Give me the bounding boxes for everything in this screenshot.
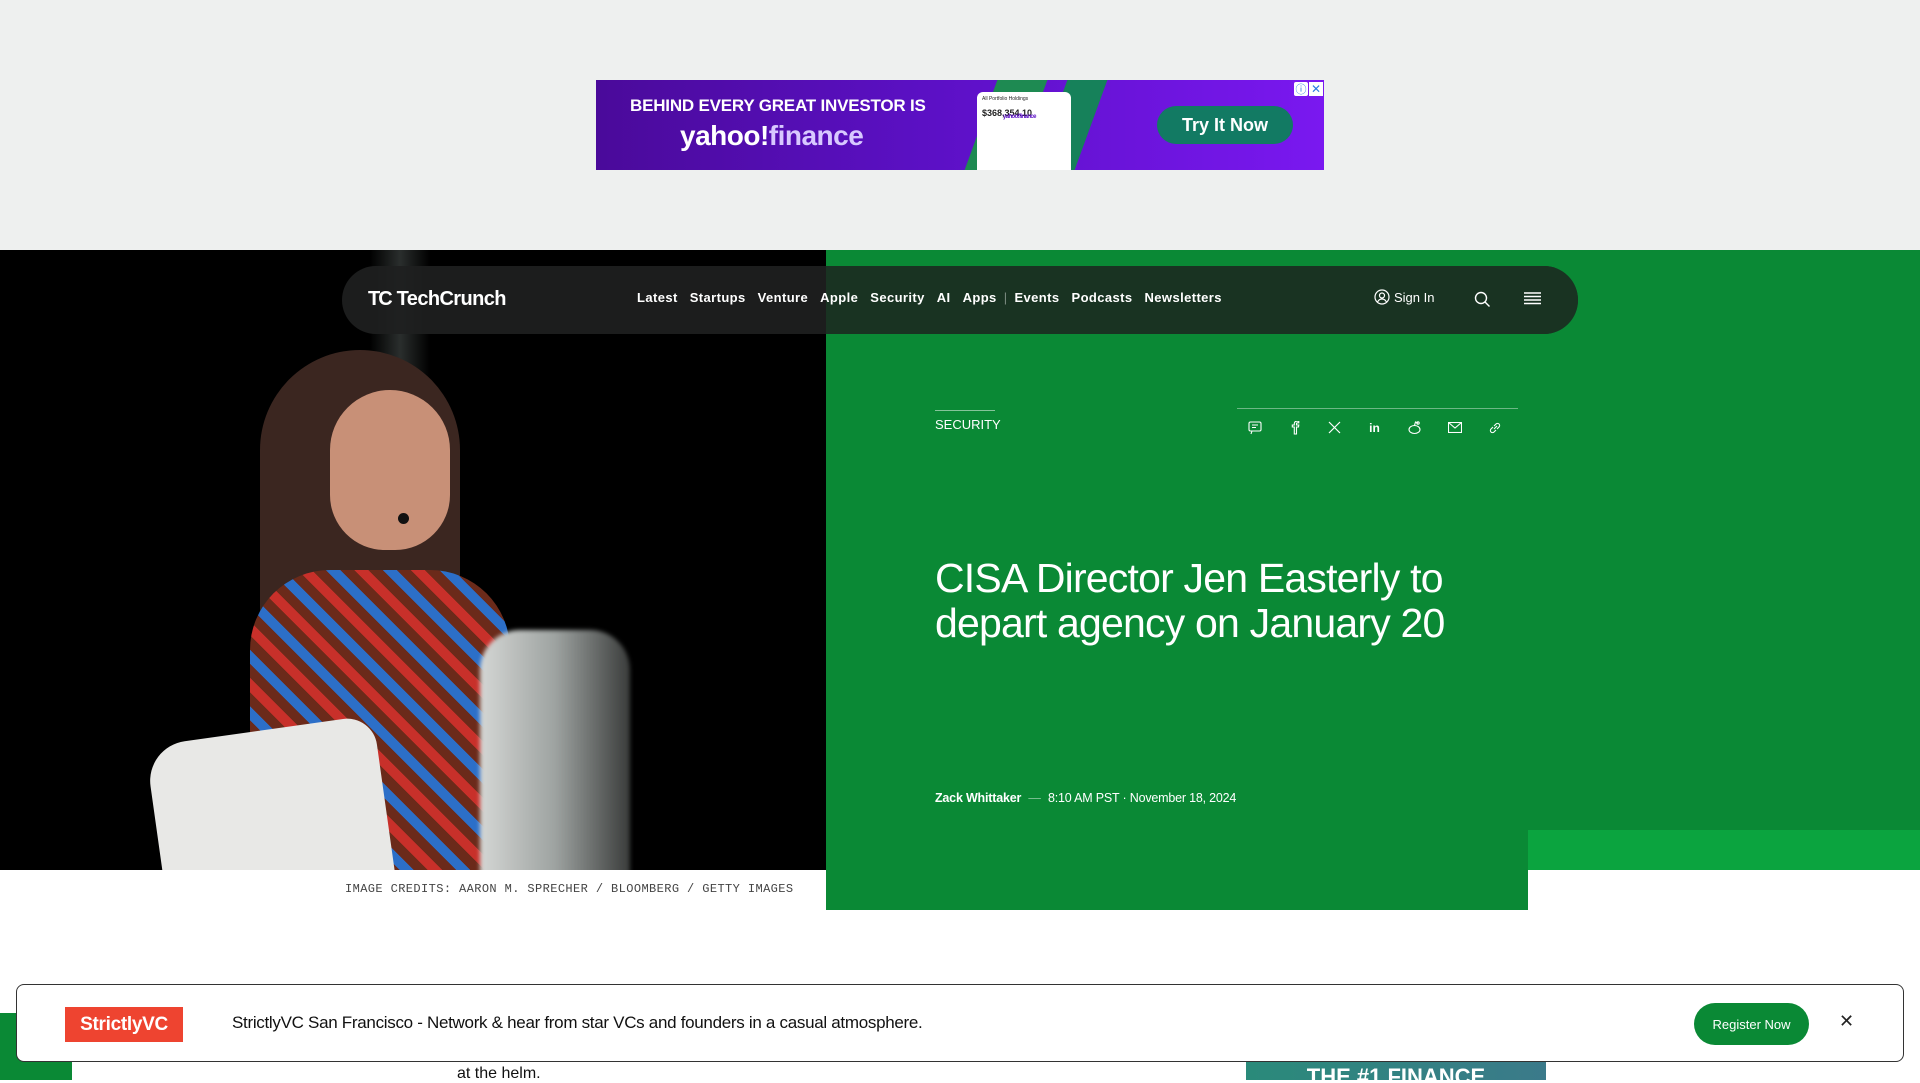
search-icon[interactable]: [1474, 291, 1491, 313]
nav-link-events[interactable]: Events: [1014, 290, 1059, 305]
share-bar: in: [1247, 420, 1502, 435]
hero-image-chair: [480, 630, 630, 870]
nav-link-startups[interactable]: Startups: [690, 290, 746, 305]
ad-headline: BEHIND EVERY GREAT INVESTOR IS: [630, 96, 926, 115]
nav-link-venture[interactable]: Venture: [758, 290, 808, 305]
tc-logo-icon: TC: [368, 288, 393, 310]
image-credits: IMAGE CREDITS: AARON M. SPRECHER / BLOOM…: [345, 882, 794, 896]
menu-icon[interactable]: [1524, 291, 1541, 311]
promo-banner: StrictlyVC StrictlyVC San Francisco - Ne…: [16, 984, 1904, 1062]
nav-links: Latest Startups Venture Apple Security A…: [637, 290, 1222, 305]
nav-divider: |: [1003, 290, 1008, 305]
byline-separator: —: [1028, 791, 1041, 805]
close-icon[interactable]: ✕: [1309, 82, 1323, 96]
ad-phone-logo: yahoo!finance: [1003, 114, 1036, 120]
ad-phone-mockup: yahoo!finance All Portfolio Holdings $36…: [977, 92, 1071, 170]
sign-in-label: Sign In: [1394, 289, 1435, 305]
article-body-fragment: at the helm.: [457, 1065, 541, 1082]
share-divider: [1237, 408, 1518, 409]
logo-text: TechCrunch: [396, 288, 507, 310]
ad-brand: yahoo!finance: [680, 120, 864, 152]
techcrunch-logo[interactable]: TC TechCrunch: [368, 288, 506, 311]
info-icon[interactable]: ⓘ: [1294, 82, 1308, 96]
nav-link-newsletters[interactable]: Newsletters: [1145, 290, 1222, 305]
ad-try-it-now-button[interactable]: Try It Now: [1157, 106, 1293, 144]
yahoo-finance-ad[interactable]: BEHIND EVERY GREAT INVESTOR IS yahoo!fin…: [596, 80, 1324, 170]
hero-image-mic: [398, 513, 409, 524]
publish-date: November 18, 2024: [1129, 791, 1237, 805]
ad-brand-suffix: finance: [768, 120, 864, 151]
ad-phone-label: All Portfolio Holdings: [982, 96, 1029, 102]
sidebar-ad[interactable]: THE #1 FINANCE: [1246, 1060, 1546, 1080]
reddit-icon[interactable]: [1407, 420, 1422, 435]
byline-dot: ·: [1122, 791, 1130, 805]
close-icon[interactable]: ✕: [1839, 1011, 1854, 1032]
green-backdrop: [1528, 250, 1920, 830]
link-icon[interactable]: [1487, 420, 1502, 435]
ad-brand-main: yahoo!: [680, 120, 769, 151]
byline: Zack Whittaker — 8:10 AM PST · November …: [935, 791, 1236, 805]
user-icon: [1374, 289, 1390, 305]
nav-link-latest[interactable]: Latest: [637, 290, 678, 305]
nav-link-ai[interactable]: AI: [937, 290, 951, 305]
email-icon[interactable]: [1447, 420, 1462, 435]
strictlyvc-logo[interactable]: StrictlyVC: [65, 1007, 183, 1042]
facebook-icon[interactable]: [1287, 420, 1302, 435]
comment-icon[interactable]: [1247, 420, 1262, 435]
nav-link-security[interactable]: Security: [870, 290, 925, 305]
nav-link-podcasts[interactable]: Podcasts: [1072, 290, 1133, 305]
category-label[interactable]: SECURITY: [935, 410, 1001, 432]
register-now-button[interactable]: Register Now: [1694, 1003, 1809, 1045]
green-accent-strip: [1528, 830, 1920, 870]
nav-link-apple[interactable]: Apple: [820, 290, 858, 305]
nav-link-apps[interactable]: Apps: [963, 290, 997, 305]
main-nav: TC TechCrunch Latest Startups Venture Ap…: [342, 266, 1578, 334]
hero-image-face: [330, 390, 450, 550]
author-link[interactable]: Zack Whittaker: [935, 791, 1021, 805]
ad-band: BEHIND EVERY GREAT INVESTOR IS yahoo!fin…: [0, 0, 1920, 250]
article-headline: CISA Director Jen Easterly to depart age…: [935, 555, 1445, 646]
publish-time: 8:10 AM PST: [1048, 791, 1120, 805]
hero-image: [0, 250, 826, 870]
sign-in-button[interactable]: Sign In: [1374, 289, 1434, 305]
linkedin-icon[interactable]: in: [1367, 420, 1382, 435]
x-icon[interactable]: [1327, 420, 1342, 435]
hero-image-chair: [144, 714, 396, 870]
promo-message: StrictlyVC San Francisco - Network & hea…: [232, 1013, 923, 1032]
